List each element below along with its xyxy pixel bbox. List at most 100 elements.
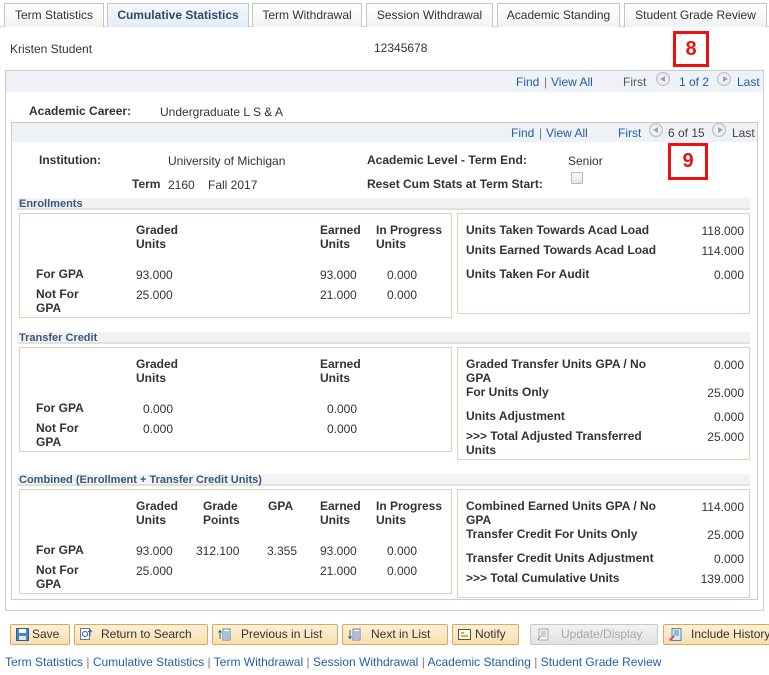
- tab-student-grade-review[interactable]: Student Grade Review: [624, 3, 767, 27]
- combined-for-gpa-grade-points: 312.100: [196, 544, 240, 558]
- units-earned-acad-load-value: 114.000: [701, 244, 745, 258]
- enroll-for-gpa-in-progress: 0.000: [387, 268, 418, 282]
- transfer-for-gpa-earned: 0.000: [327, 402, 358, 416]
- footer-link-student-grade-review[interactable]: Student Grade Review: [541, 655, 662, 669]
- combined-for-gpa-gpa: 3.355: [267, 544, 298, 558]
- combined-for-gpa-in-progress: 0.000: [387, 544, 418, 558]
- student-name: Kristen Student: [10, 42, 93, 56]
- tab-cumulative-statistics[interactable]: Cumulative Statistics: [107, 3, 249, 27]
- update-display-button[interactable]: Update/Display: [530, 624, 658, 645]
- return-to-search-label: Return to Search: [101, 627, 192, 641]
- notify-icon: [458, 629, 471, 640]
- transfer-credit-units-adjustment-value: 0.000: [713, 552, 744, 566]
- outer-next-icon[interactable]: [717, 72, 731, 86]
- outer-first-label: First: [623, 75, 647, 89]
- tab-term-withdrawal[interactable]: Term Withdrawal: [252, 3, 362, 27]
- transfer-not-for-gpa-earned: 0.000: [327, 422, 358, 436]
- outer-nav-bar: [6, 71, 763, 92]
- combined-for-gpa-graded: 93.000: [136, 544, 173, 558]
- outer-last-link[interactable]: Last: [737, 75, 760, 89]
- total-adjusted-transferred-value: 25.000: [707, 430, 744, 444]
- term-label: Term: [132, 177, 161, 191]
- units-earned-acad-load-label: Units Earned Towards Acad Load: [466, 243, 657, 257]
- enroll-not-for-gpa-label: Not For GPA: [36, 287, 79, 315]
- transfer-credit-units-only-label: Transfer Credit For Units Only: [466, 527, 638, 541]
- include-history-icon: [669, 628, 682, 641]
- combined-not-for-gpa-label: Not For GPA: [36, 563, 79, 591]
- save-icon: [16, 628, 29, 641]
- next-in-list-button[interactable]: Next in List: [342, 624, 448, 645]
- return-to-search-button[interactable]: Return to Search: [74, 624, 208, 645]
- footer-link-term-statistics[interactable]: Term Statistics: [5, 655, 83, 669]
- combined-gpa-header: GPA: [268, 499, 294, 513]
- inner-first-link[interactable]: First: [618, 126, 641, 140]
- transfer-graded-units-header: Graded Units: [136, 357, 179, 385]
- callout-9: 9: [668, 143, 708, 180]
- return-search-icon: [80, 628, 93, 640]
- notify-label: Notify: [475, 627, 506, 641]
- save-button[interactable]: Save: [10, 624, 70, 645]
- footer-links: Term Statistics | Cumulative Statistics …: [5, 655, 661, 669]
- tab-academic-standing[interactable]: Academic Standing: [497, 3, 620, 27]
- next-in-list-label: Next in List: [371, 627, 431, 641]
- transfer-credit-units-adjustment-label: Transfer Credit Units Adjustment: [466, 551, 654, 565]
- term-description: Fall 2017: [208, 178, 258, 192]
- inner-find-link[interactable]: Find: [511, 126, 534, 140]
- institution-value: University of Michigan: [168, 154, 286, 168]
- outer-previous-icon[interactable]: [656, 72, 670, 86]
- combined-header: Combined (Enrollment + Transfer Credit U…: [17, 474, 750, 486]
- inner-position-text: 6 of 15: [668, 126, 705, 140]
- graded-transfer-units-value: 0.000: [713, 358, 744, 372]
- footer-separator: |: [86, 655, 90, 669]
- include-history-label: Include History: [691, 627, 769, 641]
- units-taken-audit-label: Units Taken For Audit: [466, 267, 590, 281]
- transfer-credit-units-only-value: 25.000: [707, 528, 744, 542]
- total-adjusted-transferred-label: >>> Total Adjusted Transferred Units: [466, 429, 642, 457]
- outer-find-link[interactable]: Find: [516, 75, 539, 89]
- enroll-not-for-gpa-in-progress: 0.000: [387, 288, 418, 302]
- academic-career-value: Undergraduate L S & A: [160, 105, 283, 119]
- total-cumulative-units-value: 139.000: [700, 572, 744, 586]
- footer-link-cumulative-statistics[interactable]: Cumulative Statistics: [93, 655, 204, 669]
- inner-previous-icon[interactable]: [649, 123, 663, 137]
- footer-link-term-withdrawal[interactable]: Term Withdrawal: [214, 655, 303, 669]
- footer-separator: |: [306, 655, 310, 669]
- enroll-graded-units-header: Graded Units: [136, 223, 179, 251]
- combined-for-gpa-earned: 93.000: [320, 544, 357, 558]
- academic-career-label: Academic Career:: [29, 104, 132, 118]
- enroll-not-for-gpa-graded: 25.000: [136, 288, 173, 302]
- for-units-only-label: For Units Only: [466, 385, 549, 399]
- reset-cum-stats-checkbox[interactable]: [571, 172, 583, 184]
- footer-separator: |: [207, 655, 211, 669]
- footer-link-academic-standing[interactable]: Academic Standing: [427, 655, 530, 669]
- tab-term-statistics[interactable]: Term Statistics: [4, 3, 104, 27]
- footer-separator: |: [534, 655, 538, 669]
- transfer-credit-header: Transfer Credit: [17, 332, 750, 344]
- enroll-for-gpa-label: For GPA: [36, 267, 84, 281]
- units-adjustment-value: 0.000: [713, 410, 744, 424]
- inner-view-all-link[interactable]: View All: [546, 126, 588, 140]
- update-display-icon: [536, 628, 549, 641]
- tab-session-withdrawal[interactable]: Session Withdrawal: [366, 3, 493, 27]
- previous-in-list-label: Previous in List: [241, 627, 323, 641]
- include-history-button[interactable]: Include History: [663, 624, 769, 645]
- previous-in-list-button[interactable]: Previous in List: [212, 624, 338, 645]
- transfer-not-for-gpa-graded: 0.000: [143, 422, 174, 436]
- footer-link-session-withdrawal[interactable]: Session Withdrawal: [313, 655, 418, 669]
- enroll-not-for-gpa-earned: 21.000: [320, 288, 357, 302]
- next-in-list-icon: [348, 628, 361, 641]
- academic-level-value: Senior: [568, 154, 603, 168]
- graded-transfer-units-label: Graded Transfer Units GPA / No GPA: [466, 357, 647, 385]
- enrollments-header: Enrollments: [17, 198, 750, 210]
- combined-earned-units-label: Combined Earned Units GPA / No GPA: [466, 499, 657, 527]
- notify-button[interactable]: Notify: [452, 624, 519, 645]
- combined-in-progress-header: In Progress Units: [376, 499, 443, 527]
- enroll-for-gpa-earned: 93.000: [320, 268, 357, 282]
- outer-view-all-link[interactable]: View All: [551, 75, 593, 89]
- combined-graded-units-header: Graded Units: [136, 499, 179, 527]
- academic-level-label: Academic Level - Term End:: [367, 153, 527, 167]
- inner-last-label: Last: [732, 126, 755, 140]
- student-id: 12345678: [374, 41, 428, 55]
- inner-next-icon[interactable]: [712, 123, 726, 137]
- combined-not-for-gpa-graded: 25.000: [136, 564, 173, 578]
